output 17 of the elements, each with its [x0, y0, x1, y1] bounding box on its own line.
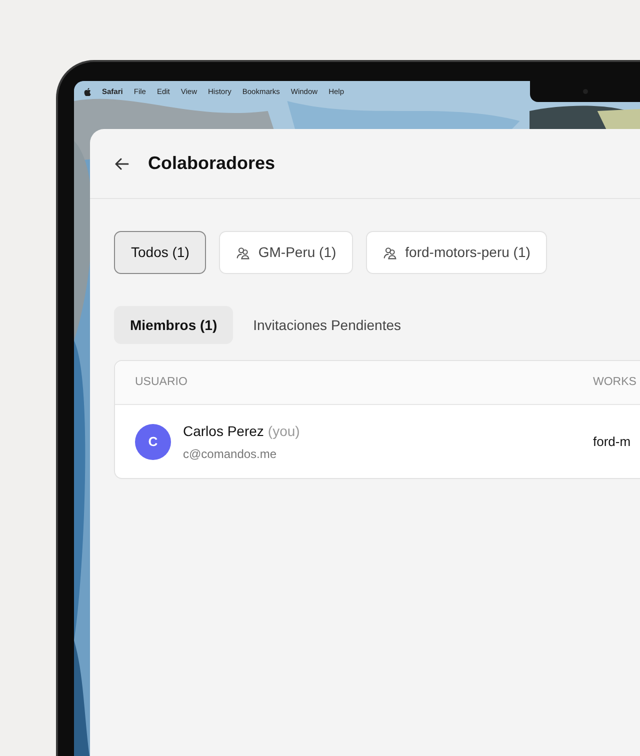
users-icon: [236, 246, 250, 260]
avatar: C: [135, 424, 171, 460]
user-email: c@comandos.me: [183, 446, 278, 462]
filter-chip[interactable]: Todos (1): [114, 231, 206, 274]
filter-chip[interactable]: GM-Peru (1): [219, 231, 354, 274]
filter-chip[interactable]: ford-motors-peru (1): [366, 231, 548, 274]
apple-logo-icon[interactable]: [84, 88, 91, 96]
back-arrow-icon[interactable]: [114, 156, 130, 172]
column-header: WORKS: [593, 374, 636, 390]
page-title: Colaboradores: [148, 152, 276, 175]
tab[interactable]: Invitaciones Pendientes: [237, 306, 417, 344]
column-header: USUARIO: [134, 374, 188, 390]
users-icon: [383, 246, 398, 260]
tab[interactable]: Miembros (1): [114, 306, 234, 344]
you-label: (you): [268, 422, 300, 441]
user-name: Carlos Perez: [183, 422, 264, 440]
table-cell-text: ford-m: [593, 432, 631, 451]
